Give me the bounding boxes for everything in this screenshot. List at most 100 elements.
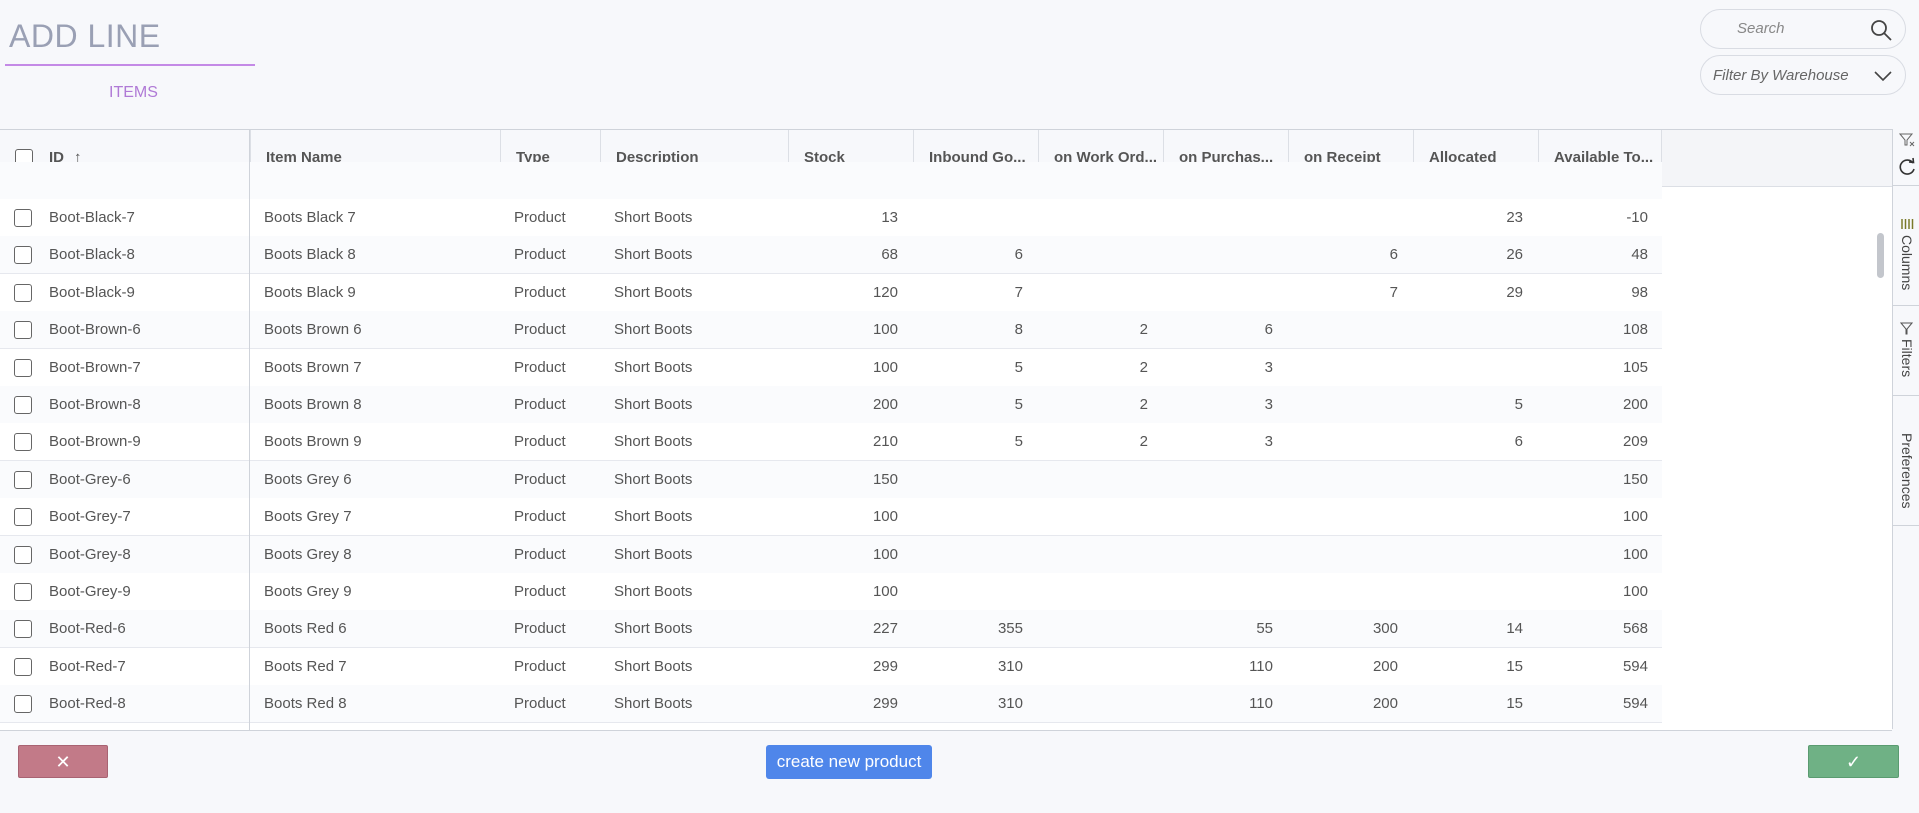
cell-inbound-goods: 5 xyxy=(1014,396,1023,413)
cell-type: Product xyxy=(514,209,566,226)
cell-on-receipt xyxy=(1288,386,1398,423)
cell-on-receipt xyxy=(1288,536,1398,573)
warehouse-filter-select[interactable]: Filter By Warehouse xyxy=(1700,55,1906,95)
row-checkbox[interactable] xyxy=(14,321,32,340)
confirm-button[interactable]: ✓ xyxy=(1808,745,1899,778)
side-tab-filters-label: Filters xyxy=(1899,339,1915,378)
cell-description: Short Boots xyxy=(614,358,693,376)
row-checkbox[interactable] xyxy=(14,695,32,714)
cell-allocated: 15 xyxy=(1506,695,1523,713)
cell-stock: 100 xyxy=(872,358,898,376)
cell-available-to: -10 xyxy=(1626,209,1648,226)
cell-inbound-goods xyxy=(913,461,1023,498)
cell-id: Boot-Brown-8 xyxy=(49,396,141,413)
cell-inbound-goods: 5 xyxy=(1014,433,1023,451)
row-checkbox[interactable] xyxy=(14,508,32,527)
refresh-icon[interactable] xyxy=(1897,157,1917,177)
cell-stock: 200 xyxy=(872,396,898,413)
cell-on-receipt xyxy=(1288,199,1398,236)
cell-on-purchase: 110 xyxy=(1249,657,1273,675)
cell-on-purchase: 3 xyxy=(1264,358,1273,376)
row-checkbox[interactable] xyxy=(14,470,32,489)
pinned-column-divider xyxy=(249,130,250,730)
cell-on-purchase xyxy=(1163,498,1273,535)
row-checkbox[interactable] xyxy=(14,620,32,639)
cell-on-work-order xyxy=(1038,236,1148,273)
cell-on-purchase: 55 xyxy=(1256,620,1273,638)
cell-type: Product xyxy=(514,470,566,488)
cell-on-receipt: 6 xyxy=(1389,246,1398,264)
search-icon[interactable] xyxy=(1869,18,1893,42)
cell-item-name: Boots Brown 9 xyxy=(264,433,362,451)
row-checkbox[interactable] xyxy=(14,545,32,564)
cell-on-purchase xyxy=(1163,274,1273,311)
side-tab-columns-label: Columns xyxy=(1899,235,1915,291)
row-checkbox[interactable] xyxy=(14,246,32,265)
row-checkbox[interactable] xyxy=(14,583,32,601)
cell-id: Boot-Brown-7 xyxy=(49,358,141,376)
cell-inbound-goods: 6 xyxy=(1014,246,1023,264)
cell-type: Product xyxy=(514,657,566,675)
tab-items[interactable]: ITEMS xyxy=(109,84,158,102)
cell-on-work-order: 2 xyxy=(1139,433,1148,451)
search-box[interactable] xyxy=(1700,9,1906,49)
clear-filter-icon[interactable] xyxy=(1899,133,1915,147)
cell-id: Boot-Grey-6 xyxy=(49,470,131,488)
cell-description: Short Boots xyxy=(614,657,693,675)
cell-id: Boot-Red-6 xyxy=(49,620,126,638)
cell-item-name: Boots Grey 9 xyxy=(264,583,352,600)
items-grid: ID ↑ Item Name Type Description Stock Inb… xyxy=(0,129,1892,731)
cell-available-to: 105 xyxy=(1622,358,1648,376)
cell-available-to: 568 xyxy=(1622,620,1648,638)
cell-available-to: 594 xyxy=(1622,695,1648,713)
cell-allocated xyxy=(1413,349,1523,386)
row-checkbox[interactable] xyxy=(14,283,32,302)
cell-on-receipt: 7 xyxy=(1389,283,1398,301)
cell-on-purchase xyxy=(1163,536,1273,573)
cell-type: Product xyxy=(514,508,566,526)
cell-allocated: 6 xyxy=(1514,433,1523,451)
warehouse-filter-label: Filter By Warehouse xyxy=(1713,67,1849,84)
cell-inbound-goods: 5 xyxy=(1014,358,1023,376)
cell-allocated xyxy=(1413,536,1523,573)
cell-on-purchase: 3 xyxy=(1264,396,1273,413)
cell-allocated xyxy=(1413,311,1523,348)
side-tab-columns[interactable]: Columns xyxy=(1893,215,1919,306)
row-checkbox[interactable] xyxy=(14,396,32,414)
row-checkbox[interactable] xyxy=(14,358,32,377)
cell-inbound-goods xyxy=(913,199,1023,236)
cell-description: Short Boots xyxy=(614,583,693,600)
cancel-button[interactable]: ✕ xyxy=(18,745,108,778)
cell-on-receipt xyxy=(1288,461,1398,498)
search-input[interactable] xyxy=(1735,19,1869,38)
cell-stock: 100 xyxy=(872,583,898,600)
cell-on-work-order xyxy=(1038,461,1148,498)
row-checkbox[interactable] xyxy=(14,209,32,227)
cell-allocated: 14 xyxy=(1506,620,1523,638)
row-checkbox[interactable] xyxy=(14,433,32,452)
cell-on-purchase: 110 xyxy=(1249,695,1273,713)
cell-inbound-goods: 310 xyxy=(997,695,1023,713)
vertical-scrollbar[interactable] xyxy=(1877,233,1884,278)
cell-id: Boot-Black-9 xyxy=(49,283,135,301)
row-checkbox[interactable] xyxy=(14,657,32,676)
side-tab-preferences[interactable]: Preferences xyxy=(1893,395,1919,526)
cell-description: Short Boots xyxy=(614,695,693,713)
side-tab-filters[interactable]: Filters xyxy=(1893,305,1919,396)
cell-description: Short Boots xyxy=(614,508,693,526)
cell-allocated xyxy=(1413,498,1523,535)
cell-on-receipt xyxy=(1288,349,1398,386)
cell-type: Product xyxy=(514,583,566,600)
cell-on-purchase: 3 xyxy=(1264,433,1273,451)
cell-description: Short Boots xyxy=(614,396,693,413)
cell-stock: 100 xyxy=(872,508,898,526)
cell-on-work-order xyxy=(1038,648,1148,685)
cell-description: Short Boots xyxy=(614,321,693,339)
cell-on-work-order: 2 xyxy=(1139,396,1148,413)
cell-type: Product xyxy=(514,321,566,339)
cell-allocated: 26 xyxy=(1506,246,1523,264)
cell-on-purchase xyxy=(1163,573,1273,610)
cell-available-to: 108 xyxy=(1622,321,1648,339)
cell-description: Short Boots xyxy=(614,545,693,563)
create-new-product-button[interactable]: create new product xyxy=(766,745,932,779)
